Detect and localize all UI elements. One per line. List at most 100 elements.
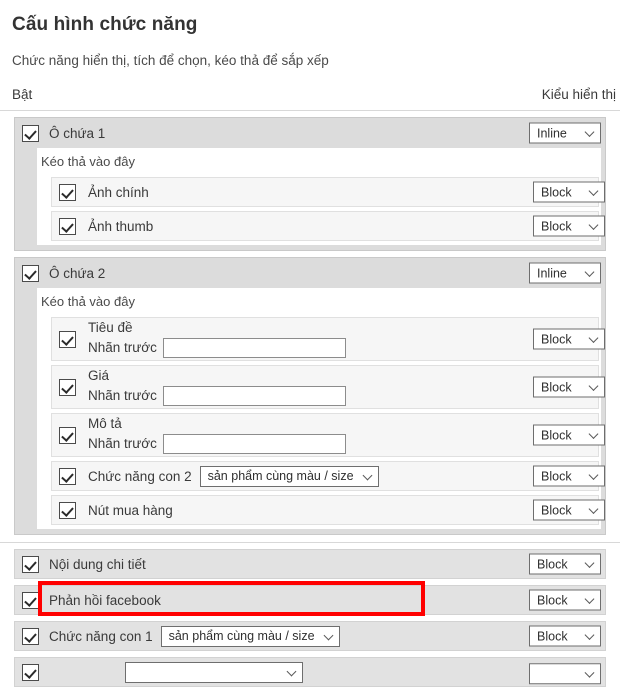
container-block-1: Ô chứa 1 Inline Kéo thả vào đây Ảnh chín…: [14, 117, 606, 251]
chevron-down-icon: [288, 668, 297, 677]
row-mo-ta[interactable]: Mô tả Nhãn trước Block: [51, 413, 605, 457]
container-1-checkbox[interactable]: [22, 124, 39, 142]
mo-ta-display-type-slot: Block: [533, 424, 605, 446]
nut-mua-hang-display-type-slot: Block: [533, 499, 605, 521]
chuc-nang-con-1-option-select[interactable]: sản phẩm cùng màu / size: [160, 625, 340, 647]
chuc-nang-con-1-display-type-select[interactable]: Block: [529, 625, 601, 647]
noi-dung-chi-tiet-checkbox[interactable]: [22, 555, 39, 573]
mo-ta-prefix-input[interactable]: [162, 433, 346, 454]
row-noi-dung-chi-tiet[interactable]: Nội dung chi tiết Block: [14, 549, 606, 579]
container-2-display-type-select[interactable]: Inline: [529, 262, 601, 284]
anh-thumb-display-type-select[interactable]: Block: [533, 215, 605, 237]
tieu-de-display-type-select[interactable]: Block: [533, 328, 605, 350]
chevron-down-icon: [586, 269, 595, 278]
page-title: Cấu hình chức năng: [12, 14, 198, 35]
chevron-down-icon: [586, 596, 595, 605]
gia-prefix-input[interactable]: [162, 385, 346, 406]
row-tieu-de[interactable]: Tiêu đề Nhãn trước Block: [51, 317, 605, 361]
phan-hoi-facebook-display-type-value: Block: [537, 593, 568, 607]
chevron-down-icon: [590, 383, 599, 392]
gia-display-type-select[interactable]: Block: [533, 376, 605, 398]
tieu-de-fields: Tiêu đề Nhãn trước: [88, 320, 346, 358]
function-config-page: Cấu hình chức năng Chức năng hiển thị, t…: [0, 0, 620, 687]
chuc-nang-con-1-display-type-slot: Block: [529, 625, 601, 647]
phan-hoi-facebook-display-type-slot: Block: [529, 589, 601, 611]
gia-display-type-slot: Block: [533, 376, 605, 398]
row-anh-thumb[interactable]: Ảnh thumb Block: [51, 211, 605, 241]
anh-chinh-label: Ảnh chính: [88, 184, 149, 200]
chevron-down-icon: [590, 188, 599, 197]
nut-mua-hang-display-type-value: Block: [541, 503, 572, 517]
nut-mua-hang-checkbox[interactable]: [59, 501, 76, 519]
phan-hoi-facebook-checkbox[interactable]: [22, 591, 39, 609]
noi-dung-chi-tiet-display-type-slot: Block: [529, 553, 601, 575]
container-2-dropzone[interactable]: Kéo thả vào đây Tiêu đề Nhãn trước Block: [37, 288, 605, 529]
chuc-nang-con-2-checkbox[interactable]: [59, 467, 76, 485]
chevron-down-icon: [586, 560, 595, 569]
mo-ta-display-type-select[interactable]: Block: [533, 424, 605, 446]
row-partial-next[interactable]: [14, 657, 606, 687]
noi-dung-chi-tiet-display-type-select[interactable]: Block: [529, 553, 601, 575]
gia-label: Giá: [88, 368, 110, 384]
noi-dung-chi-tiet-label: Nội dung chi tiết: [49, 556, 146, 572]
partial-row-option-select[interactable]: [125, 661, 303, 683]
container-1-header[interactable]: Ô chứa 1 Inline: [15, 118, 605, 148]
anh-chinh-display-type-select[interactable]: Block: [533, 181, 605, 203]
chuc-nang-con-2-display-type-select[interactable]: Block: [533, 465, 605, 487]
tieu-de-display-type-value: Block: [541, 332, 572, 346]
row-nut-mua-hang[interactable]: Nút mua hàng Block: [51, 495, 605, 525]
anh-chinh-checkbox[interactable]: [59, 183, 76, 201]
function-list: Ô chứa 1 Inline Kéo thả vào đây Ảnh chín…: [0, 117, 620, 687]
container-1-dropzone[interactable]: Kéo thả vào đây Ảnh chính Block Ảnh thum…: [37, 148, 605, 245]
tieu-de-checkbox[interactable]: [59, 330, 76, 348]
anh-thumb-label: Ảnh thumb: [88, 218, 154, 234]
chevron-down-icon: [590, 222, 599, 231]
container-1-display-type-select[interactable]: Inline: [529, 122, 601, 144]
anh-thumb-display-type-slot: Block: [533, 215, 605, 237]
container-1-drop-hint: Kéo thả vào đây: [41, 154, 135, 169]
chevron-down-icon: [590, 506, 599, 515]
noi-dung-chi-tiet-display-type-value: Block: [537, 557, 568, 571]
mo-ta-checkbox[interactable]: [59, 426, 76, 444]
chuc-nang-con-1-label: Chức năng con 1: [49, 628, 153, 644]
tieu-de-label: Tiêu đề: [88, 320, 133, 336]
chevron-down-icon: [590, 431, 599, 440]
chevron-down-icon: [586, 129, 595, 138]
anh-chinh-display-type-slot: Block: [533, 181, 605, 203]
gia-checkbox[interactable]: [59, 378, 76, 396]
container-2-drop-hint: Kéo thả vào đây: [41, 294, 135, 309]
row-phan-hoi-facebook[interactable]: Phản hồi facebook Block: [14, 585, 606, 615]
row-gia[interactable]: Giá Nhãn trước Block: [51, 365, 605, 409]
chuc-nang-con-2-display-type-slot: Block: [533, 465, 605, 487]
phan-hoi-facebook-display-type-select[interactable]: Block: [529, 589, 601, 611]
container-2-checkbox[interactable]: [22, 264, 39, 282]
partial-row-checkbox[interactable]: [22, 663, 39, 681]
row-anh-chinh[interactable]: Ảnh chính Block: [51, 177, 605, 207]
chuc-nang-con-2-option-select[interactable]: sản phẩm cùng màu / size: [199, 465, 379, 487]
tieu-de-prefix-label: Nhãn trước: [88, 339, 157, 355]
container-2-display-type-slot: Inline: [529, 262, 601, 284]
partial-row-display-type-select[interactable]: [529, 662, 601, 684]
section-divider: [0, 542, 620, 543]
mo-ta-display-type-value: Block: [541, 428, 572, 442]
container-2-label: Ô chứa 2: [49, 265, 106, 281]
chuc-nang-con-2-label: Chức năng con 2: [88, 468, 192, 484]
container-2-header[interactable]: Ô chứa 2 Inline: [15, 258, 605, 288]
tieu-de-prefix-input[interactable]: [162, 337, 346, 358]
column-header-enable: Bật: [12, 87, 33, 102]
chuc-nang-con-1-checkbox[interactable]: [22, 627, 39, 645]
page-subtitle: Chức năng hiển thị, tích để chọn, kéo th…: [12, 53, 329, 68]
row-chuc-nang-con-1[interactable]: Chức năng con 1 sản phẩm cùng màu / size…: [14, 621, 606, 651]
container-1-label: Ô chứa 1: [49, 125, 106, 141]
chuc-nang-con-2-display-type-value: Block: [541, 469, 572, 483]
row-chuc-nang-con-2[interactable]: Chức năng con 2 sản phẩm cùng màu / size…: [51, 461, 605, 491]
anh-thumb-checkbox[interactable]: [59, 217, 76, 235]
mo-ta-fields: Mô tả Nhãn trước: [88, 416, 346, 454]
chuc-nang-con-2-option-value: sản phẩm cùng màu / size: [207, 469, 354, 483]
gia-fields: Giá Nhãn trước: [88, 368, 346, 406]
nut-mua-hang-display-type-select[interactable]: Block: [533, 499, 605, 521]
gia-display-type-value: Block: [541, 380, 572, 394]
mo-ta-label: Mô tả: [88, 416, 122, 432]
anh-thumb-display-type-value: Block: [541, 219, 572, 233]
chevron-down-icon: [586, 669, 595, 678]
